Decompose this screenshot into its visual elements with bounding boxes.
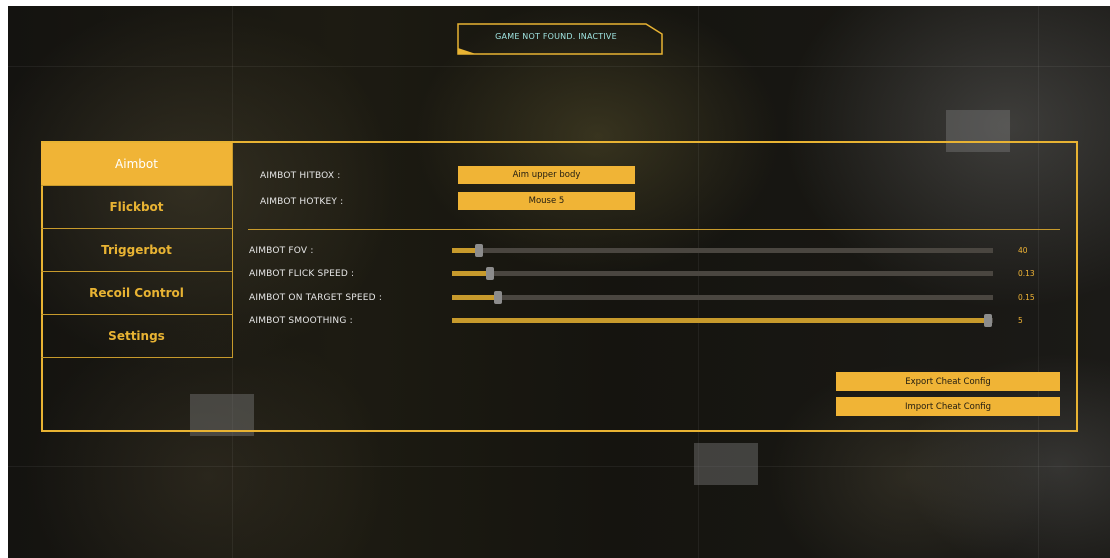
slider-on-target-speed[interactable]	[452, 291, 993, 304]
slider-value-smoothing: 5	[1018, 316, 1023, 325]
hitbox-select[interactable]: Aim upper body	[458, 166, 635, 184]
hitbox-label: AIMBOT HITBOX :	[260, 171, 341, 181]
slider-label-smoothing: AIMBOT SMOOTHING :	[249, 316, 353, 326]
slider-fill	[452, 271, 490, 276]
sidebar: Aimbot Flickbot Triggerbot Recoil Contro…	[41, 143, 233, 358]
slider-label-on-target-speed: AIMBOT ON TARGET SPEED :	[249, 293, 383, 303]
status-banner: GAME NOT FOUND. INACTIVE	[456, 22, 666, 56]
tab-settings[interactable]: Settings	[41, 315, 233, 358]
slider-fill	[452, 318, 988, 323]
slider-value-fov: 40	[1018, 246, 1028, 255]
import-config-button[interactable]: Import Cheat Config	[836, 397, 1060, 416]
tab-label: Aimbot	[115, 157, 158, 171]
section-divider	[248, 229, 1060, 230]
tab-label: Settings	[108, 329, 165, 343]
export-config-button[interactable]: Export Cheat Config	[836, 372, 1060, 391]
status-text: GAME NOT FOUND. INACTIVE	[495, 32, 617, 41]
tab-triggerbot[interactable]: Triggerbot	[41, 229, 233, 272]
slider-thumb[interactable]	[983, 314, 992, 327]
slider-value-on-target-speed: 0.15	[1018, 293, 1035, 302]
tab-label: Flickbot	[109, 200, 164, 214]
slider-flick-speed[interactable]	[452, 267, 993, 280]
tab-label: Triggerbot	[101, 243, 172, 257]
bg-grid-line	[8, 66, 1110, 67]
decorative-square	[694, 443, 758, 485]
tab-aimbot[interactable]: Aimbot	[41, 143, 233, 186]
slider-thumb[interactable]	[485, 267, 494, 280]
hotkey-select[interactable]: Mouse 5	[458, 192, 635, 210]
app-window: GAME NOT FOUND. INACTIVE Aimbot Flickbot…	[8, 6, 1110, 558]
slider-label-fov: AIMBOT FOV :	[249, 246, 314, 256]
tab-recoil-control[interactable]: Recoil Control	[41, 272, 233, 315]
hotkey-label: AIMBOT HOTKEY :	[260, 197, 344, 207]
slider-value-flick-speed: 0.13	[1018, 269, 1035, 278]
bg-grid-line	[8, 466, 1110, 467]
slider-label-flick-speed: AIMBOT FLICK SPEED :	[249, 269, 355, 279]
slider-thumb[interactable]	[475, 244, 484, 257]
slider-thumb[interactable]	[493, 291, 502, 304]
slider-fov[interactable]	[452, 244, 993, 257]
tab-flickbot[interactable]: Flickbot	[41, 186, 233, 229]
slider-smoothing[interactable]	[452, 314, 993, 327]
slider-fill	[452, 295, 498, 300]
tab-label: Recoil Control	[89, 286, 184, 300]
